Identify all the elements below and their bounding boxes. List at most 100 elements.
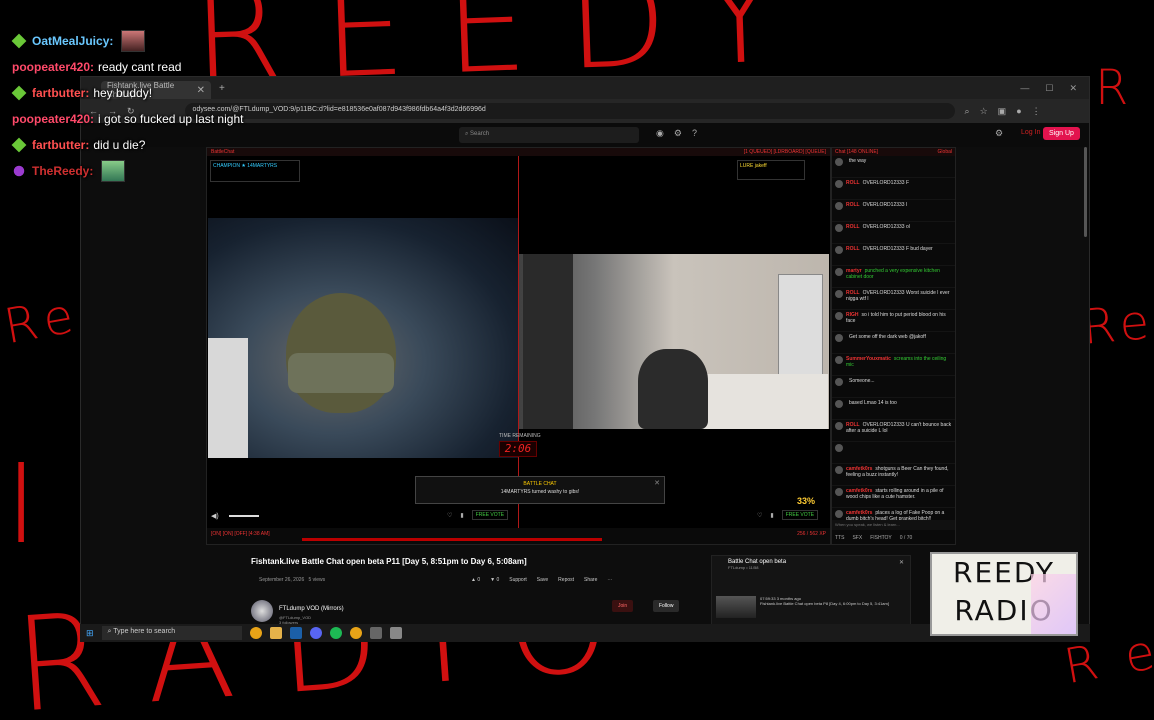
volume-icon[interactable]: ◀): [211, 512, 219, 520]
steam-icon[interactable]: [289, 627, 302, 639]
left-camera-feed: [208, 218, 518, 458]
page-scrollbar[interactable]: [1084, 147, 1087, 237]
maximize-icon[interactable]: ☐: [1045, 83, 1053, 94]
share-button[interactable]: Share: [584, 577, 597, 583]
chat-avatar[interactable]: [835, 202, 843, 210]
join-button[interactable]: Join: [612, 600, 634, 612]
chat-message-row: based Lmao 14 is too: [832, 398, 955, 420]
chat-avatar[interactable]: [835, 378, 843, 386]
chat-avatar[interactable]: [835, 466, 843, 474]
tts-button[interactable]: TTS: [835, 535, 844, 541]
chat-title: Chat [148 ONLINE]: [835, 149, 879, 155]
chat-message-row: SummerYouxmatic screams into the ceiling …: [832, 354, 955, 376]
chat-avatar[interactable]: [835, 400, 843, 408]
channel-name[interactable]: FTLdump VOD (Mirrors): [279, 606, 344, 612]
chat-avatar[interactable]: [835, 180, 843, 188]
overlay-chat-line: poopeater420: ready cant read: [12, 54, 243, 80]
volume-slider[interactable]: [228, 515, 259, 517]
site-search-input[interactable]: ⌕ Search: [459, 127, 639, 143]
chrome-icon[interactable]: [249, 627, 262, 639]
obs-icon[interactable]: [369, 627, 382, 639]
playlist-item[interactable]: 07:59:33 3 months ago Fishtank.live Batt…: [716, 596, 890, 618]
heart-icon[interactable]: ♡: [757, 512, 762, 519]
like-button[interactable]: ▲ 0: [471, 577, 480, 583]
app-icon[interactable]: [389, 627, 402, 639]
more-icon[interactable]: ⋯: [607, 577, 612, 583]
background-reedy-right: Reedy: [1080, 284, 1154, 356]
url-field[interactable]: odysee.com/@FTLdump_VOD:9/p11BC:d?lid=e8…: [184, 103, 955, 119]
video-title: Fishtank.live Battle Chat open beta P11 …: [251, 557, 527, 566]
chat-username[interactable]: ROLL: [846, 202, 860, 208]
chat-avatar[interactable]: [835, 224, 843, 232]
chat-avatar[interactable]: [835, 312, 843, 320]
spotify-icon[interactable]: [329, 627, 342, 639]
chat-avatar[interactable]: [835, 510, 843, 518]
lock-icon[interactable]: ▮: [770, 512, 773, 519]
menu-icon[interactable]: ⋮: [1032, 106, 1041, 117]
signup-button[interactable]: Sign Up: [1043, 127, 1080, 140]
support-button[interactable]: Support: [509, 577, 527, 583]
chat-input[interactable]: When you speak, we listen & learn...: [832, 520, 955, 530]
file-explorer-icon[interactable]: [269, 627, 282, 639]
playlist-thumbnail[interactable]: [716, 596, 756, 618]
chat-avatar[interactable]: [835, 246, 843, 254]
chrome-icon[interactable]: [349, 627, 362, 639]
taskbar-search[interactable]: ⌕ Type here to search: [101, 626, 242, 640]
chat-message-body: based Lmao 14 is too: [846, 400, 897, 406]
chat-avatar[interactable]: [835, 334, 843, 342]
zoom-icon[interactable]: ⌕: [965, 106, 970, 117]
chat-username[interactable]: ROLL: [846, 224, 860, 230]
settings-icon[interactable]: ⚙: [674, 128, 682, 139]
windows-start-icon[interactable]: ⊞: [86, 628, 94, 639]
chat-avatar[interactable]: [835, 290, 843, 298]
chat-username[interactable]: ROLL: [846, 180, 860, 186]
chat-message-row: ROLL OVERLORD12333 F bud dayer: [832, 244, 955, 266]
chat-header: Chat [148 ONLINE] Global: [832, 148, 955, 156]
close-icon[interactable]: ✕: [899, 559, 904, 566]
dislike-button[interactable]: ▼ 0: [490, 577, 499, 583]
free-vote-right-button[interactable]: FREE VOTE: [781, 510, 819, 520]
chat-text: OVERLORD12333 F: [862, 180, 910, 186]
channel-avatar[interactable]: [251, 600, 273, 622]
channel-info[interactable]: FTLdump VOD (Mirrors) @FTLdump_VOD 3 fol…: [251, 597, 344, 625]
chat-avatar[interactable]: [835, 444, 843, 452]
chat-avatar[interactable]: [835, 158, 843, 166]
minimize-icon[interactable]: —: [1020, 83, 1029, 94]
chat-avatar[interactable]: [835, 422, 843, 430]
chat-filter[interactable]: Global: [938, 149, 952, 155]
chat-avatar[interactable]: [835, 488, 843, 496]
login-link[interactable]: Log In: [1021, 129, 1040, 136]
background-i-left: I: [5, 440, 68, 568]
chat-avatar[interactable]: [835, 356, 843, 364]
repost-button[interactable]: Repost: [558, 577, 574, 583]
sfx-button[interactable]: SFX: [852, 535, 862, 541]
video-player[interactable]: BattleChat [1 QUEUED] [LDRBOARD] [QUEUE]…: [206, 147, 831, 545]
free-vote-left-button[interactable]: FREE VOTE: [471, 510, 509, 520]
profile-icon[interactable]: ●: [1016, 106, 1021, 116]
chat-message-body: camfetk0rs starts rolling around in a pil…: [846, 488, 952, 500]
discord-icon[interactable]: [309, 627, 322, 639]
chat-username[interactable]: ROLL: [846, 246, 860, 252]
eye-icon[interactable]: ◉: [656, 128, 664, 139]
save-button[interactable]: Save: [537, 577, 548, 583]
xp-progress-bar: [302, 538, 602, 541]
chat-message-row: ROLL OVERLORD12333 ol: [832, 222, 955, 244]
chat-avatar[interactable]: [835, 268, 843, 276]
queue-controls[interactable]: [1 QUEUED] [LDRBOARD] [QUEUE]: [744, 149, 826, 155]
close-icon[interactable]: ✕: [654, 479, 660, 487]
lock-icon[interactable]: ▮: [460, 512, 463, 519]
chat-text: OVERLORD12333 Worst suicide l ever nigga…: [846, 290, 950, 302]
close-window-icon[interactable]: ✕: [1069, 83, 1077, 94]
follow-button[interactable]: Follow: [653, 600, 680, 612]
heart-icon[interactable]: ♡: [447, 512, 452, 519]
fishtoy-button[interactable]: FISHTOY: [870, 535, 892, 541]
chat-message-body: camfetk0rs shotguns a Beer Can they found…: [846, 466, 952, 478]
bookmark-star-icon[interactable]: ☆: [980, 106, 988, 117]
playlist-title[interactable]: Battle Chat open beta: [712, 556, 910, 565]
extensions-icon[interactable]: ▣: [998, 106, 1007, 117]
gear-icon[interactable]: ⚙: [995, 128, 1003, 139]
playlist-item-title[interactable]: Fishtank.live Battle Chat open beta P8 […: [760, 601, 889, 606]
help-icon[interactable]: ?: [692, 128, 697, 139]
overlay-chat-line: TheReedy:: [12, 158, 243, 184]
chat-message-list[interactable]: the way ROLL OVERLORD12333 F ROLL OVERLORD12…: [832, 156, 955, 530]
